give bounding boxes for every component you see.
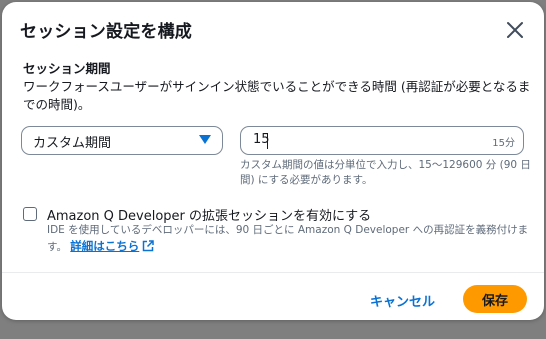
learn-more-link[interactable]: 詳細はこちら xyxy=(70,239,155,253)
q-developer-checkbox-label[interactable]: Amazon Q Developer の拡張セッションを有効にする xyxy=(47,205,371,224)
duration-minutes-input[interactable]: 15 15分 xyxy=(240,126,524,155)
duration-hint: カスタム期間の値は分単位で入力し、15〜129600 分 (90 日間) にする… xyxy=(240,159,531,186)
duration-select-value: カスタム期間 xyxy=(33,136,112,151)
close-icon[interactable] xyxy=(505,20,525,40)
learn-more-link-text[interactable]: 詳細はこちら xyxy=(70,239,139,253)
session-duration-description: ワークフォースユーザーがサインイン状態でいることができる時間 (再認証が必要とな… xyxy=(23,79,531,112)
caret-down-icon xyxy=(199,135,211,144)
footer-divider xyxy=(2,272,544,273)
cancel-button[interactable]: キャンセル xyxy=(364,287,441,313)
dialog-title: セッション設定を構成 xyxy=(20,22,192,42)
q-developer-checkbox[interactable] xyxy=(23,207,37,221)
session-duration-label: セッション期間 xyxy=(23,61,111,76)
duration-input-suffix: 15分 xyxy=(492,138,515,149)
q-developer-description: IDE を使用しているデベロッパーには、90 日ごとに Amazon Q Dev… xyxy=(47,223,537,256)
text-cursor xyxy=(267,133,268,149)
session-settings-dialog: セッション設定を構成 セッション期間 ワークフォースユーザーがサインイン状態でい… xyxy=(2,2,544,320)
external-link-icon xyxy=(142,239,155,257)
save-button[interactable]: 保存 xyxy=(463,285,527,313)
duration-select[interactable]: カスタム期間 xyxy=(21,126,223,155)
